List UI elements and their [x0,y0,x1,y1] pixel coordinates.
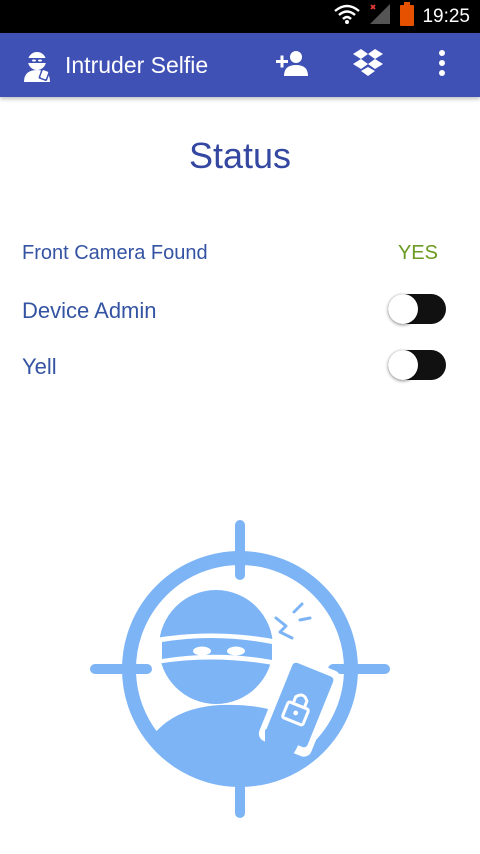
toggle-knob [388,350,418,380]
app-title: Intruder Selfie [65,52,209,78]
device-admin-toggle[interactable] [388,294,446,324]
overflow-menu-button[interactable] [424,47,460,83]
app-bar: Intruder Selfie [0,33,480,97]
add-contact-button[interactable] [274,47,310,83]
intruder-logo-icon [22,50,54,82]
status-heading: Status [188,135,292,176]
yell-row: Yell [22,346,446,386]
device-admin-label: Device Admin [22,298,157,323]
front-camera-row: Front Camera Found YES [22,234,446,274]
device-admin-row: Device Admin [22,290,446,330]
battery-icon [400,2,415,31]
status-time: 19:25 [422,5,470,27]
yell-label: Yell [22,354,57,379]
dropbox-icon [352,48,384,83]
add-contact-icon [276,50,308,81]
front-camera-value: YES [397,242,438,264]
toggle-knob [388,294,418,324]
wifi-icon [334,3,361,30]
overflow-menu-icon [438,49,446,82]
system-status-bar: 19:25 [0,0,480,33]
intruder-target-icon [90,520,390,822]
yell-toggle[interactable] [388,350,446,380]
status-icons: 19:25 [334,0,470,33]
intruder-target-illustration [90,520,390,818]
front-camera-label: Front Camera Found [22,242,208,264]
cellular-signal-icon [368,2,392,31]
dropbox-button[interactable] [350,47,386,83]
